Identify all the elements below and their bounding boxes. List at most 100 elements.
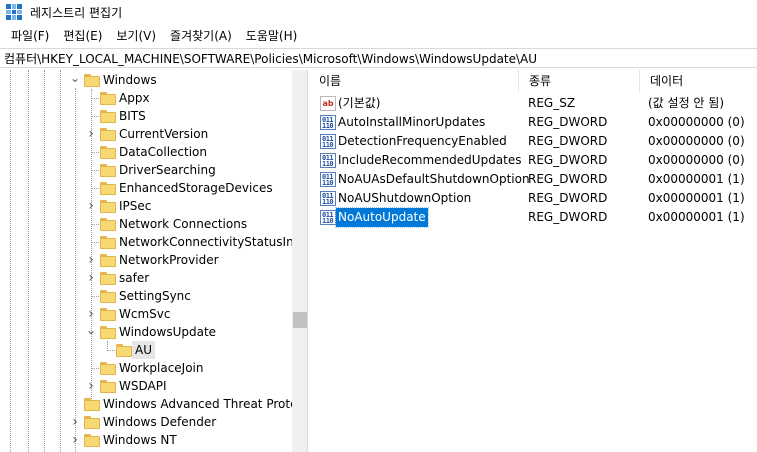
value-data: 0x00000001 (1) (648, 172, 745, 186)
value-row[interactable]: 011 110 NoAutoUpdate REG_DWORD 0x00000001 (… (309, 207, 757, 228)
folder-icon (100, 326, 116, 339)
tree-item-label: NetworkConnectivityStatusIndic (119, 235, 308, 249)
tree-item[interactable]: Network Connections (0, 215, 292, 233)
address-bar[interactable]: 컴퓨터\HKEY_LOCAL_MACHINE\SOFTWARE\Policies… (0, 48, 757, 68)
value-data: 0x00000001 (1) (648, 210, 745, 224)
folder-icon (100, 164, 116, 177)
tree-item[interactable]: ⌄ WindowsUpdate (0, 323, 292, 341)
menu-help[interactable]: 도움말(H) (239, 26, 305, 46)
folder-icon (100, 236, 116, 249)
tree-item-label: Windows Defender (103, 415, 217, 429)
collapse-chevron-icon[interactable]: ⌄ (86, 321, 96, 339)
window-title: 레지스트리 편집기 (30, 5, 123, 20)
expand-chevron-icon[interactable]: › (86, 125, 96, 143)
tree-scrollbar-thumb[interactable] (293, 312, 307, 328)
folder-icon (100, 146, 116, 159)
expand-chevron-icon[interactable]: › (86, 251, 96, 269)
tree-item-label: Network Connections (119, 217, 248, 231)
folder-icon (100, 128, 116, 141)
expand-chevron-icon[interactable]: › (86, 377, 96, 395)
menu-favorites[interactable]: 즐겨찾기(A) (163, 26, 239, 46)
value-type: REG_DWORD (528, 191, 608, 205)
tree-item[interactable]: › NetworkProvider (0, 251, 292, 269)
tree-item[interactable]: › safer (0, 269, 292, 287)
key-tree[interactable]: ⌄ Windows Appx BITS › CurrentVersion DataColle… (0, 70, 308, 452)
menu-edit[interactable]: 편집(E) (56, 26, 109, 46)
tree-item[interactable]: DriverSearching (0, 161, 292, 179)
folder-icon (100, 362, 116, 375)
folder-icon (100, 254, 116, 267)
value-row[interactable]: 011 110 IncludeRecommendedUpdates REG_DWOR… (309, 151, 757, 170)
expand-chevron-icon[interactable]: › (86, 197, 96, 215)
tree-item-label: Appx (119, 91, 150, 105)
collapse-chevron-icon[interactable]: ⌄ (70, 70, 80, 87)
value-data: 0x00000001 (1) (648, 191, 745, 205)
value-name: NoAUShutdownOption (338, 191, 472, 205)
tree-item[interactable]: Windows Advanced Threat Protecti (0, 395, 307, 413)
expand-chevron-icon[interactable]: › (70, 413, 80, 431)
tree-item[interactable]: EnhancedStorageDevices (0, 179, 292, 197)
tree-item-label: WindowsUpdate (119, 325, 217, 339)
tree-item[interactable]: DataCollection (0, 143, 292, 161)
value-type: REG_DWORD (528, 153, 608, 167)
tree-item[interactable]: AU (0, 341, 292, 359)
value-row[interactable]: ab (기본값) REG_SZ (값 설정 안 됨) (309, 94, 757, 113)
tree-item[interactable]: › Windows NT (0, 431, 292, 449)
menu-bar: 파일(F) 편집(E) 보기(V) 즐겨찾기(A) 도움말(H) (0, 26, 304, 46)
dword-value-icon: 011 110 (320, 210, 336, 225)
column-header-data[interactable]: 데이터 (640, 70, 757, 92)
column-header-type[interactable]: 종류 (519, 70, 640, 92)
tree-item[interactable]: Appx (0, 89, 292, 107)
value-name: NoAUAsDefaultShutdownOption (338, 172, 530, 186)
value-row[interactable]: 011 110 DetectionFrequencyEnabled REG_DWOR… (309, 132, 757, 151)
tree-item[interactable]: › CurrentVersion (0, 125, 292, 143)
column-header-name[interactable]: 이름 (309, 70, 519, 92)
tree-item-label: DriverSearching (119, 163, 216, 177)
dword-value-icon: 011 110 (320, 172, 336, 187)
folder-icon (100, 218, 116, 231)
value-name: AutoInstallMinorUpdates (338, 115, 486, 129)
tree-item-label: AU (132, 341, 155, 359)
tree-scrollbar[interactable] (292, 70, 307, 452)
tree-item-label: Windows Advanced Threat Protecti (103, 397, 308, 411)
list-header: 이름 종류 데이터 (309, 70, 757, 92)
tree-item-label: NetworkProvider (119, 253, 219, 267)
folder-icon (100, 92, 116, 105)
dword-value-icon: 011 110 (320, 191, 336, 206)
tree-item[interactable]: › Windows Defender (0, 413, 292, 431)
value-name: DetectionFrequencyEnabled (338, 134, 507, 148)
folder-icon (84, 398, 100, 411)
tree-item-label: IPSec (119, 199, 152, 213)
expand-chevron-icon[interactable]: › (86, 269, 96, 287)
tree-item[interactable]: › WcmSvc (0, 305, 292, 323)
tree-item-label: safer (119, 271, 150, 285)
value-row[interactable]: 011 110 NoAUShutdownOption REG_DWORD 0x0000… (309, 189, 757, 208)
value-row[interactable]: 011 110 AutoInstallMinorUpdates REG_DWORD 0… (309, 113, 757, 132)
value-row[interactable]: 011 110 NoAUAsDefaultShutdownOption REG_DW… (309, 170, 757, 189)
folder-icon (100, 182, 116, 195)
regedit-icon (6, 4, 22, 20)
tree-item[interactable]: › IPSec (0, 197, 292, 215)
menu-file[interactable]: 파일(F) (4, 26, 56, 46)
value-list[interactable]: 이름 종류 데이터 ab (기본값) REG_SZ (값 설정 안 됨) 011 110… (309, 70, 757, 452)
folder-icon (100, 380, 116, 393)
address-path: 컴퓨터\HKEY_LOCAL_MACHINE\SOFTWARE\Policies… (4, 51, 538, 66)
tree-item[interactable]: WorkplaceJoin (0, 359, 292, 377)
tree-item[interactable]: NetworkConnectivityStatusIndic (0, 233, 307, 251)
tree-item-label: Windows (103, 73, 157, 87)
value-name: (기본값) (338, 96, 381, 110)
menu-view[interactable]: 보기(V) (109, 26, 163, 46)
tree-item[interactable]: ⌄ Windows (0, 71, 292, 89)
tree-item[interactable]: › WSDAPI (0, 377, 292, 395)
tree-item[interactable]: BITS (0, 107, 292, 125)
folder-icon (100, 272, 116, 285)
dword-value-icon: 011 110 (320, 134, 336, 149)
expand-chevron-icon[interactable]: › (70, 431, 80, 449)
tree-item[interactable]: SettingSync (0, 287, 292, 305)
tree-item-label: WSDAPI (119, 379, 167, 393)
